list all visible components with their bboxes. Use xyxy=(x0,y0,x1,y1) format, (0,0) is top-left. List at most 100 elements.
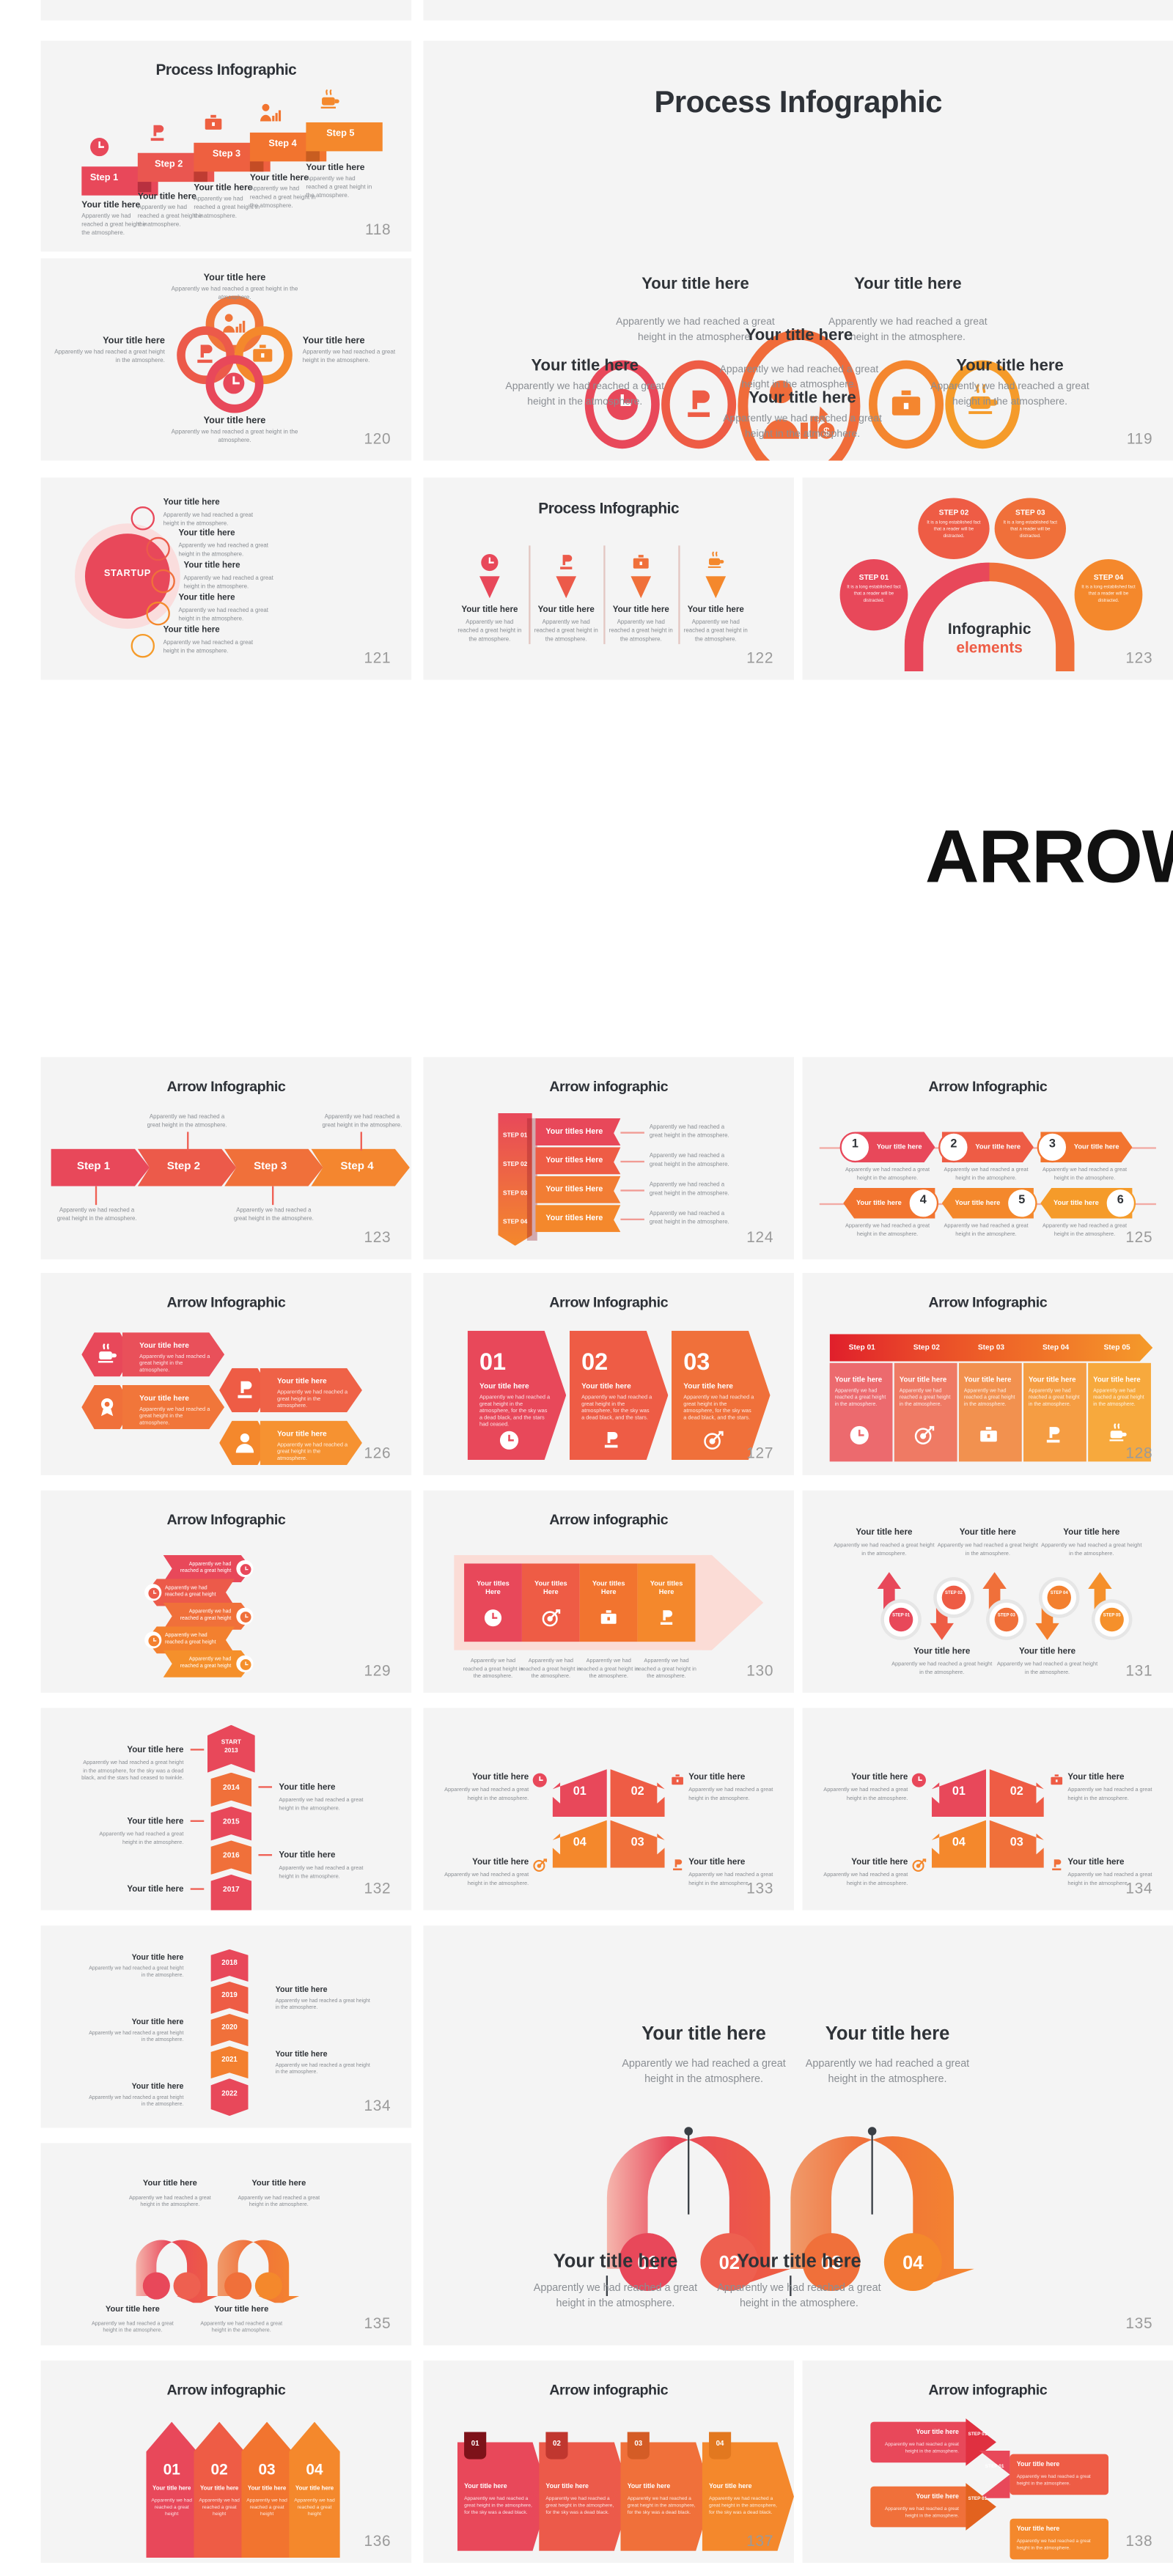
item-title: Your title here xyxy=(464,2483,507,2490)
item-body: Apparently we had reached a great height… xyxy=(533,2282,698,2310)
item-title: Your title here xyxy=(683,1381,733,1390)
page-number: 135 xyxy=(1125,2314,1153,2332)
item-body: Apparently we had reached a great height… xyxy=(709,2495,777,2516)
item-body: Apparently we had reached a great height… xyxy=(834,1541,935,1557)
item-number: 02 xyxy=(581,1347,608,1376)
slide-thumb-top-partial-3[interactable] xyxy=(802,0,1173,21)
item-title: Your title here xyxy=(461,605,518,616)
item-body: Apparently we had reached a great height xyxy=(164,1584,216,1598)
slide-process-five-ovals[interactable]: Process Infographic $ Your title here Ap… xyxy=(423,40,1173,461)
item-number: 02 xyxy=(210,2460,228,2479)
slide-arrow-4-overlap-panels[interactable]: Arrow infographic 01 02 03 04 Your title… xyxy=(423,2361,794,2564)
page-number: 123 xyxy=(364,1228,391,1246)
slide-arrow-diamond-4-b[interactable]: 01 02 04 03 Your title here Apparently w… xyxy=(802,1708,1173,1911)
slide-arrow-4-hex-rows[interactable]: Arrow Infographic Your title here Appare… xyxy=(40,1272,412,1475)
item-title: Your title here xyxy=(688,1772,746,1783)
arrow-tip xyxy=(979,2450,1010,2498)
item-title: Your titles Here xyxy=(545,1126,603,1136)
slide-arrow-4-chevron-bar[interactable]: Arrow Infographic Step 1 Step 2 Step 3 S… xyxy=(40,1057,412,1260)
item-body: It is a long established fact that a rea… xyxy=(847,584,901,604)
item-title: Your title here xyxy=(203,273,266,284)
heading-line1: Infographic xyxy=(947,620,1032,638)
slide-thumb-top-partial-1[interactable] xyxy=(40,0,412,21)
step-label: STEP 02 xyxy=(503,1160,528,1168)
stamp-icon xyxy=(600,1429,622,1451)
step-label: STEP 02 xyxy=(938,508,969,517)
slide-arrow-zigzag-ribbons[interactable]: Arrow Infographic Apparently we had reac… xyxy=(40,1490,412,1693)
item-title: Your title here xyxy=(1067,1772,1125,1783)
item-body: Apparently we had reached a great height… xyxy=(479,1393,551,1428)
item-title: Your title here xyxy=(856,1527,913,1538)
heading-line2: elements xyxy=(956,638,1023,657)
item-number: 01 xyxy=(471,2438,479,2448)
clock-icon xyxy=(221,371,246,396)
page-number: 124 xyxy=(746,1228,774,1246)
slide-title: Arrow infographic xyxy=(166,2380,286,2399)
slide-process-four-pins[interactable]: Process Infographic Your title here Appa… xyxy=(423,477,794,680)
item-body: Apparently we had reached a great height… xyxy=(464,2495,532,2516)
slide-arrow-timeline-years[interactable]: START 2013 2014 2015 2016 2017 Your title… xyxy=(40,1708,412,1911)
item-title: Your title here xyxy=(295,2484,334,2492)
page-number: 128 xyxy=(1125,1444,1153,1462)
slide-arrow-wave-4-big[interactable]: Your title here Apparently we had reache… xyxy=(423,1925,1173,2346)
callout-line xyxy=(187,1132,188,1151)
item-title: Your title here xyxy=(81,200,141,211)
briefcase-icon xyxy=(598,1608,619,1628)
item-title: Your title here xyxy=(916,2492,959,2501)
year-label: 2022 xyxy=(221,2089,238,2097)
item-title: Your title here xyxy=(963,1375,1012,1384)
item-body: Apparently we had reached a great height… xyxy=(581,1393,652,1421)
item-body: Apparently we had reached a great height… xyxy=(1016,2537,1091,2551)
briefcase-icon xyxy=(202,112,224,134)
badge-number: 5 xyxy=(1018,1195,1026,1207)
slide-title: Arrow infographic xyxy=(549,2380,669,2399)
slide-arrow-staggered-step-pairs[interactable]: Arrow infographic Your title here Appare… xyxy=(802,2361,1173,2564)
stamp-icon xyxy=(680,385,718,423)
item-body: Apparently we had reached a great height xyxy=(151,2496,192,2517)
item-number: 03 xyxy=(634,2438,643,2448)
slide-arrow-4-pencils[interactable]: Arrow infographic 01 02 03 04 Your title… xyxy=(40,2361,412,2564)
item-body: Apparently we had reached a great height… xyxy=(845,1222,930,1237)
slide-process-four-rings[interactable]: Your title here Apparently we had reache… xyxy=(40,258,412,461)
slide-arrow-5-updown-steps[interactable]: Your title here Apparently we had reache… xyxy=(802,1490,1173,1693)
stamp-icon xyxy=(233,1379,257,1402)
item-body: Apparently we had reached a great height… xyxy=(1093,1387,1144,1408)
item-title: Your titles Here xyxy=(650,1579,683,1596)
step-label: Step 3 xyxy=(254,1160,287,1173)
stamp-icon xyxy=(656,1608,677,1628)
slide-arrow-5-step-columns[interactable]: Arrow Infographic Step 01 Step 02 Step 0… xyxy=(802,1272,1173,1475)
slide-arrow-diamond-4-a[interactable]: 01 02 04 03 Your title here Apparently w… xyxy=(423,1708,794,1911)
item-body: Apparently we had reached a great height… xyxy=(163,638,254,654)
item-body: Apparently we had reached a great height… xyxy=(884,2440,959,2454)
connector xyxy=(258,1854,273,1856)
wave-number: 04 xyxy=(902,2253,924,2273)
slide-process-startup-circle[interactable]: STARTUP Your title here Apparently we ha… xyxy=(40,477,412,680)
slide-arrow-vertical-steps-ribbons[interactable]: Arrow infographic STEP 01 STEP 02 STEP 0… xyxy=(423,1057,794,1260)
slide-process-steps-ladder[interactable]: Process Infographic Step 1 Step 2 Step 3… xyxy=(40,40,412,252)
item-title: Your title here xyxy=(688,1857,746,1868)
slide-arrow-3-big-numbers[interactable]: Arrow Infographic 01 02 03 Your title he… xyxy=(423,1272,794,1475)
item-body: Apparently we had reached a great height… xyxy=(54,348,165,364)
step-label: STEP 01 xyxy=(892,1612,911,1618)
clock-icon xyxy=(498,1429,520,1451)
slide-process-arc-elements[interactable]: STEP 02 It is a long established fact th… xyxy=(802,477,1173,680)
slide-arrow-vertical-year-timeline[interactable]: 2018 2019 2020 2021 2022 Your title here… xyxy=(40,1925,412,2128)
item-title: Your title here xyxy=(275,2049,328,2059)
item-body: Apparently we had reached a great height… xyxy=(636,1657,696,1680)
item-body: Apparently we had reached a great height xyxy=(246,2496,287,2517)
connector xyxy=(258,1786,273,1787)
page-number: 134 xyxy=(364,2097,391,2114)
item-title: Your titles Here xyxy=(534,1579,567,1596)
slide-arrow-4-col-big-arrow[interactable]: Arrow infographic Your titles Here Your t… xyxy=(423,1490,794,1693)
step-label: Step 5 xyxy=(326,129,355,140)
businessman-icon xyxy=(258,102,282,124)
step-badge xyxy=(994,1607,1019,1632)
item-body: Apparently we had reached a great height… xyxy=(884,2505,959,2519)
slide-arrow-wave-small[interactable]: Your title here Apparently we had reache… xyxy=(40,2143,412,2346)
slide-title: Arrow Infographic xyxy=(166,1077,286,1095)
slide-arrow-6-numbered-pills[interactable]: Arrow Infographic 1 2 3 4 5 6 Your title… xyxy=(802,1057,1173,1260)
item-number: 02 xyxy=(553,2438,561,2448)
item-body: Apparently we had reached a great height… xyxy=(276,1388,348,1409)
section-divider: 49 ARROW INFOGRAPHICS xyxy=(0,816,1173,901)
callout-line xyxy=(95,1186,97,1206)
